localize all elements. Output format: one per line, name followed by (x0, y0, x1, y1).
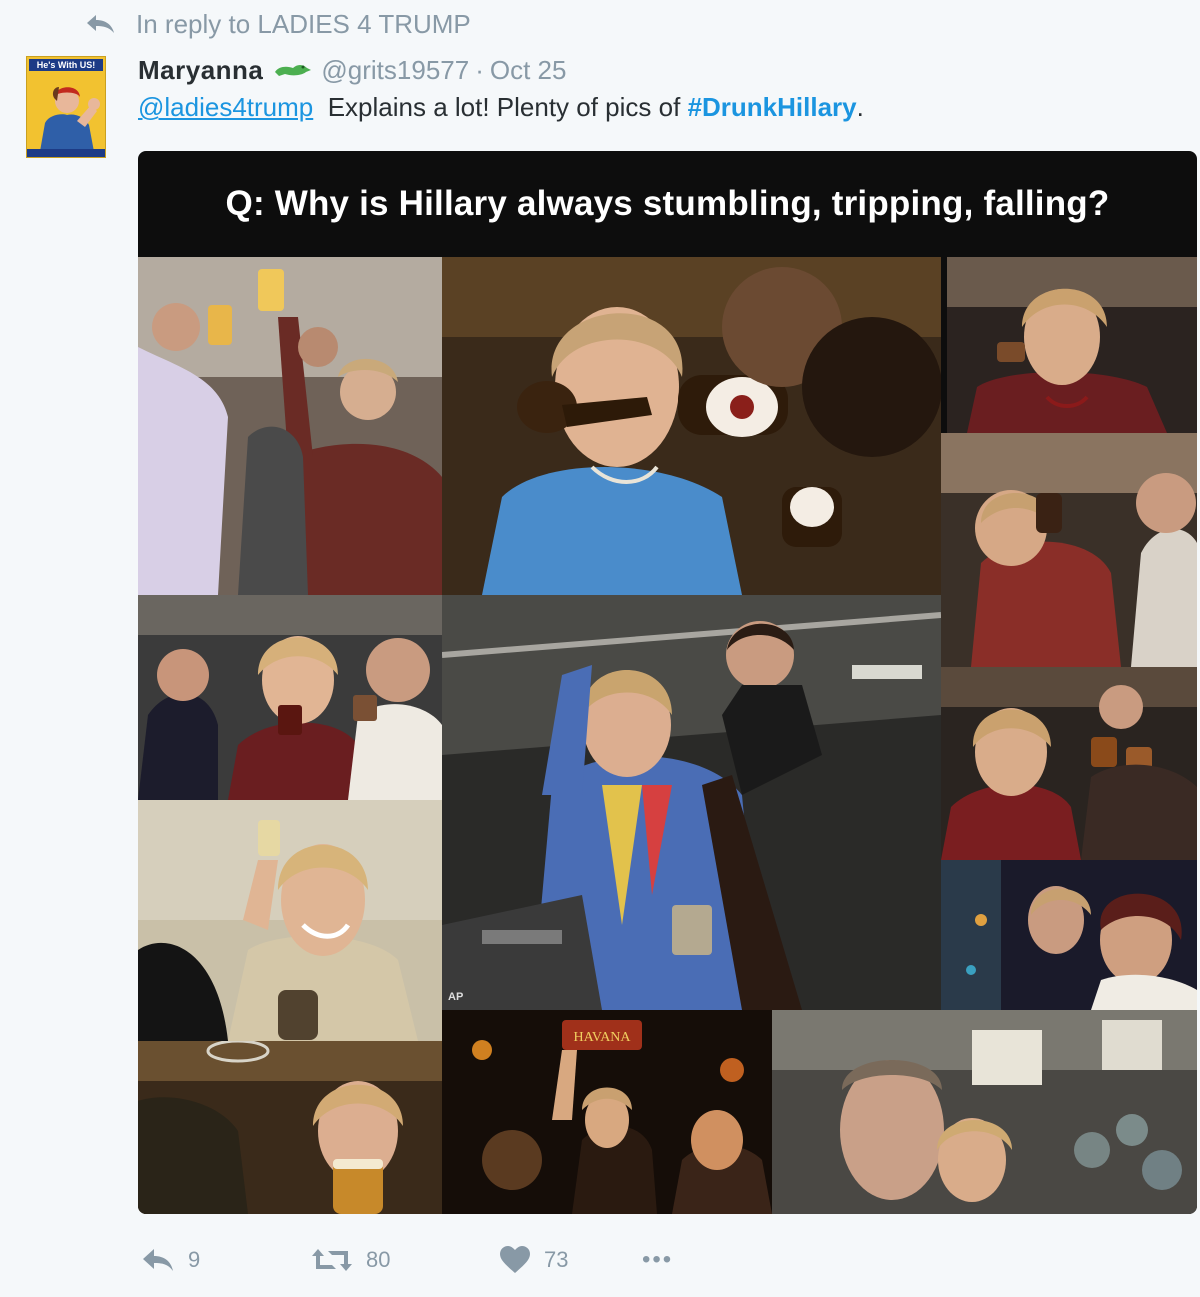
photo-shot-4 (941, 667, 1197, 860)
reply-icon (143, 1249, 173, 1271)
photo-shot-2 (941, 433, 1197, 667)
reply-button[interactable]: 9 (140, 1246, 310, 1274)
photo-beer-bottle (442, 257, 941, 595)
tweet-date[interactable]: Oct 25 (490, 55, 567, 86)
reply-context[interactable]: In reply to LADIES 4 TRUMP (84, 8, 471, 40)
tweet-text: @ladies4trump Explains a lot! Plenty of … (138, 92, 864, 123)
tweet-end: . (856, 92, 864, 122)
more-button[interactable]: ••• (642, 1246, 673, 1274)
like-button[interactable]: 73 (498, 1245, 642, 1275)
tweet-media[interactable]: Q: Why is Hillary always stumbling, trip… (138, 151, 1197, 1214)
ap-watermark: AP (448, 991, 464, 1003)
photo-beer-toast (138, 257, 442, 595)
photo-beer-mug (138, 1041, 442, 1214)
havana-sign: HAVANA (573, 1030, 631, 1045)
separator: · (475, 54, 484, 85)
photo-shot-1 (947, 257, 1197, 433)
photo-shot-3 (138, 595, 442, 800)
photo-bar (772, 1010, 1197, 1214)
tweet-actions: 9 80 73 ••• (140, 1240, 673, 1280)
photo-dancing: HAVANA (442, 1010, 772, 1214)
crocodile-icon (275, 65, 312, 76)
avatar[interactable]: He's With US! (26, 56, 106, 158)
retweet-count: 80 (366, 1247, 391, 1272)
photo-airplane: AP (442, 595, 941, 1010)
hashtag-link[interactable]: #DrunkHillary (688, 92, 857, 122)
reply-context-text[interactable]: In reply to LADIES 4 TRUMP (136, 9, 471, 40)
retweet-icon (312, 1249, 352, 1271)
mention-link[interactable]: @ladies4trump (138, 92, 313, 122)
author-handle[interactable]: @grits19577 (321, 55, 469, 86)
avatar-image (27, 71, 105, 157)
retweet-button[interactable]: 80 (310, 1245, 498, 1275)
author-name[interactable]: Maryanna (138, 55, 263, 86)
more-dots-icon: ••• (642, 1246, 674, 1273)
tweet-body: Explains a lot! Plenty of pics of (327, 92, 681, 122)
photo-shot-5 (941, 860, 1197, 1010)
media-caption: Q: Why is Hillary always stumbling, trip… (225, 184, 1110, 223)
reply-count: 9 (188, 1247, 201, 1272)
tweet-header: Maryanna @grits19577 · Oct 25 (138, 52, 566, 88)
reply-arrow-icon (87, 15, 114, 33)
avatar-banner: He's With US! (29, 59, 103, 71)
like-count: 73 (544, 1247, 569, 1272)
heart-icon (500, 1246, 530, 1273)
photo-toast (138, 800, 442, 1041)
